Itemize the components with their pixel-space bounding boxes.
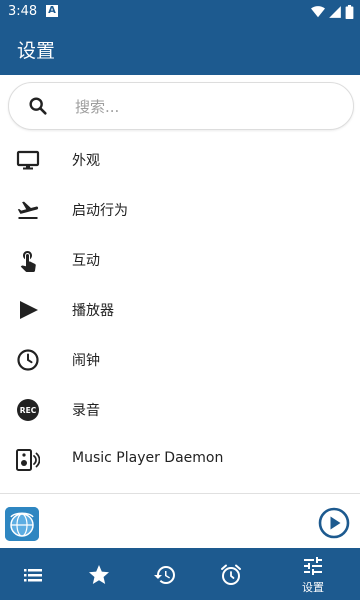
menu-item-label: 播放器 bbox=[72, 303, 114, 319]
search-bar[interactable] bbox=[8, 82, 354, 130]
nav-item-history[interactable] bbox=[132, 548, 198, 600]
svg-text:REC: REC bbox=[20, 406, 37, 415]
rec-icon: REC bbox=[17, 399, 39, 421]
nav-item-list[interactable] bbox=[0, 548, 66, 600]
status-icons bbox=[311, 5, 354, 19]
menu-item-startup[interactable]: 启动行为 bbox=[0, 185, 360, 235]
wifi-icon bbox=[311, 6, 325, 18]
status-bar: 3:48 A bbox=[0, 0, 360, 24]
nav-label-settings: 设置 bbox=[302, 581, 324, 594]
play-icon bbox=[20, 301, 38, 319]
app-bar: 设置 bbox=[0, 24, 360, 75]
status-time: 3:48 bbox=[8, 4, 38, 19]
menu-item-recording[interactable]: REC 录音 bbox=[0, 385, 360, 435]
mini-player[interactable] bbox=[0, 495, 360, 547]
touch-icon bbox=[20, 251, 36, 272]
nav-item-favorites[interactable] bbox=[66, 548, 132, 600]
monitor-icon bbox=[16, 150, 40, 170]
battery-icon bbox=[345, 5, 354, 19]
list-icon bbox=[24, 569, 42, 582]
menu-item-label: 录音 bbox=[72, 403, 100, 419]
search-input[interactable] bbox=[73, 95, 337, 119]
signal-icon bbox=[329, 6, 341, 18]
menu-item-label: 外观 bbox=[72, 153, 100, 169]
menu-item-mpd[interactable]: Music Player Daemon bbox=[0, 435, 360, 485]
menu-item-interaction[interactable]: 互动 bbox=[0, 235, 360, 285]
bottom-nav: 设置 bbox=[0, 548, 360, 600]
nav-item-settings[interactable]: 设置 bbox=[280, 548, 346, 600]
menu-item-alarm[interactable]: 闹钟 bbox=[0, 335, 360, 385]
page-title: 设置 bbox=[17, 40, 56, 62]
menu-item-label: 启动行为 bbox=[72, 203, 128, 219]
divider bbox=[0, 493, 360, 494]
menu-item-label: 闹钟 bbox=[72, 353, 100, 369]
nav-item-alarms[interactable] bbox=[198, 548, 264, 600]
menu-item-player[interactable]: 播放器 bbox=[0, 285, 360, 335]
history-icon bbox=[154, 566, 175, 584]
globe-graphic bbox=[5, 507, 39, 541]
star-icon bbox=[89, 565, 109, 584]
clock-icon bbox=[17, 349, 39, 371]
search-icon bbox=[29, 97, 47, 115]
menu-item-label: Music Player Daemon bbox=[72, 450, 224, 466]
plane-takeoff-icon bbox=[17, 201, 39, 219]
menu-item-appearance[interactable]: 外观 bbox=[0, 135, 360, 185]
settings-list: 外观 启动行为 互动 播放器 闹钟 REC 录音 Music Player Da… bbox=[0, 135, 360, 485]
alarm-icon bbox=[221, 564, 241, 585]
notification-icon: A bbox=[46, 5, 58, 17]
play-circle-icon[interactable] bbox=[318, 507, 350, 539]
radio-globe-icon[interactable] bbox=[5, 507, 39, 541]
menu-item-label: 互动 bbox=[72, 253, 100, 269]
settings-sliders-icon bbox=[304, 557, 322, 575]
speaker-icon bbox=[16, 449, 40, 471]
